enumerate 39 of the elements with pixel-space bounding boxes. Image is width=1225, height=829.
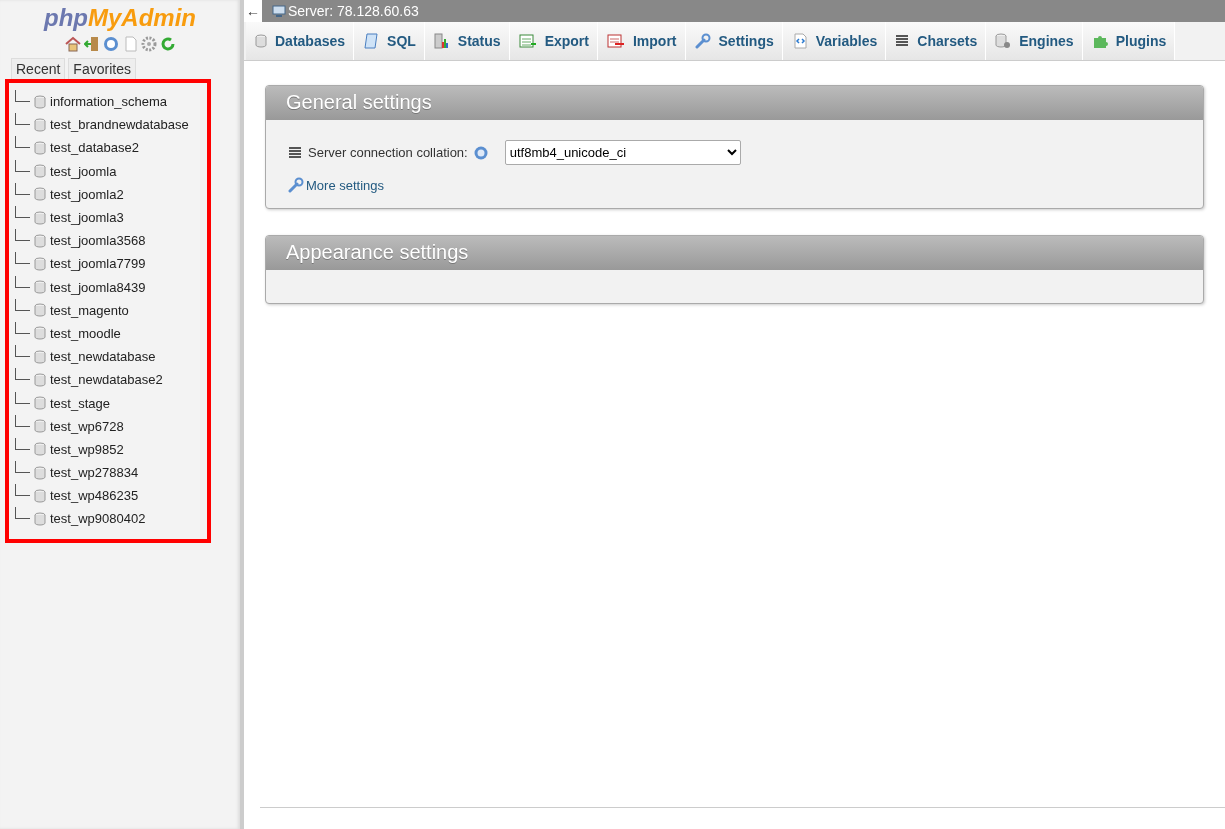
nav-tab[interactable]: Engines xyxy=(986,22,1083,60)
sidebar-tab[interactable]: Recent xyxy=(11,58,66,79)
database-link[interactable]: test_newdatabase2 xyxy=(50,372,163,388)
database-link[interactable]: test_wp6728 xyxy=(50,418,124,434)
sidebar-tab[interactable]: Favorites xyxy=(68,58,136,79)
database-link[interactable]: test_wp9852 xyxy=(50,441,124,457)
app-logo[interactable]: phpMyAdmin xyxy=(44,4,196,32)
collapse-button[interactable]: ← xyxy=(244,0,262,22)
database-link[interactable]: test_joomla3 xyxy=(50,210,124,226)
nav-tab[interactable]: Databases xyxy=(246,22,355,60)
database-link[interactable]: information_schema xyxy=(50,94,168,110)
nav-tab[interactable]: Settings xyxy=(685,22,783,60)
database-link[interactable]: test_wp9080402 xyxy=(50,511,146,527)
server-breadcrumb[interactable]: Server: 78.128.60.63 xyxy=(288,3,419,19)
nav-tab[interactable]: SQL xyxy=(354,22,425,60)
nav-tab[interactable]: Plugins xyxy=(1082,22,1176,60)
more-settings-link[interactable]: More settings xyxy=(306,177,385,193)
database-link[interactable]: test_joomla xyxy=(50,163,117,179)
database-link[interactable]: test_database2 xyxy=(50,140,139,156)
nav-tab[interactable]: Variables xyxy=(782,22,887,60)
database-link[interactable]: test_moodle xyxy=(50,325,121,341)
database-link[interactable]: test_joomla8439 xyxy=(50,279,146,295)
database-link[interactable]: test_wp278834 xyxy=(50,465,139,481)
nav-tab[interactable]: Export xyxy=(509,22,598,60)
database-link[interactable]: test_stage xyxy=(50,395,110,411)
nav-tab[interactable]: Import xyxy=(597,22,686,60)
collation-select[interactable]: utf8mb4_unicode_ci xyxy=(504,140,741,165)
nav-tab[interactable]: Charsets xyxy=(886,22,987,60)
database-link[interactable]: test_wp486235 xyxy=(50,488,139,504)
panel-title: Appearance settings xyxy=(266,236,1203,270)
database-link[interactable]: test_newdatabase xyxy=(50,349,156,365)
panel-title: General settings xyxy=(266,86,1203,120)
field-label: Server connection collation: xyxy=(308,145,468,160)
database-link[interactable]: test_joomla3568 xyxy=(50,233,146,249)
database-link[interactable]: test_joomla7799 xyxy=(50,256,146,272)
database-link[interactable]: test_brandnewdatabase xyxy=(50,117,189,133)
nav-tab[interactable]: Status xyxy=(424,22,510,60)
database-link[interactable]: test_joomla2 xyxy=(50,186,124,202)
database-link[interactable]: test_magento xyxy=(50,302,129,318)
